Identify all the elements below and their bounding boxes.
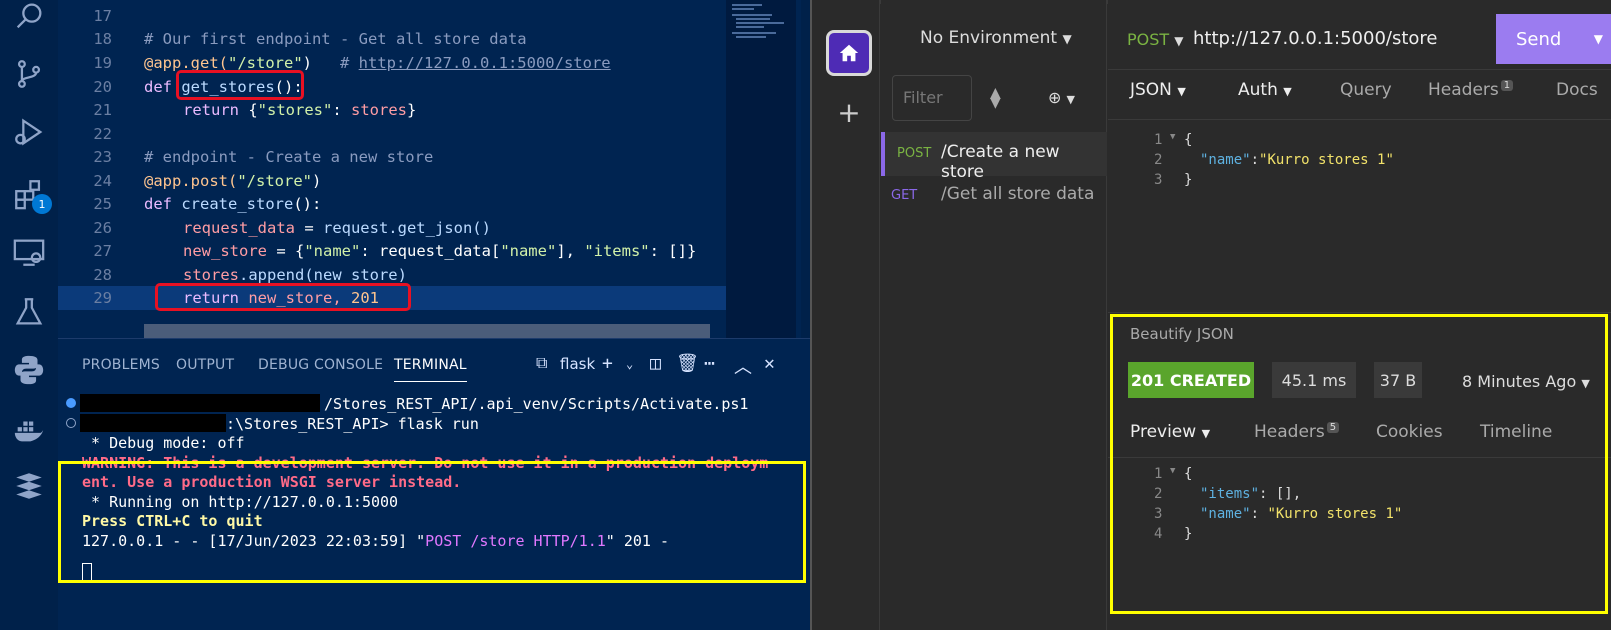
terminal-line: /Stores_REST_API/.api_venv/Scripts/Activ… — [324, 395, 749, 413]
code-line: 18 # Our first endpoint - Get all store d… — [93, 30, 527, 48]
home-icon — [839, 44, 859, 62]
chevron-down-icon: ▼ — [1062, 32, 1072, 46]
extensions-badge: 1 — [32, 194, 52, 214]
chevron-down-icon: ▼ — [1066, 93, 1075, 106]
tab-headers[interactable]: Headers 1 — [1428, 80, 1514, 100]
close-panel-icon[interactable]: ✕ — [764, 353, 775, 374]
chevron-down-icon: ▼ — [1177, 85, 1186, 98]
send-button[interactable]: Send ▼ — [1496, 14, 1611, 64]
code-line: 17 — [93, 7, 112, 25]
code-line: 25 def create_store(): — [93, 195, 322, 213]
tab-query[interactable]: Query — [1340, 80, 1392, 100]
highlight-return — [155, 283, 411, 311]
remote-explorer-icon[interactable] — [0, 228, 58, 276]
tab-output[interactable]: OUTPUT — [176, 357, 234, 373]
tab-auth[interactable]: Auth ▼ — [1238, 80, 1292, 100]
chevron-down-icon: ▼ — [1283, 85, 1292, 98]
search-icon[interactable] — [0, 0, 58, 40]
terminal-line: :\Stores_REST_API> flask run — [226, 415, 479, 433]
request-name: /Get all store data — [941, 184, 1095, 204]
tab-docs[interactable]: Docs — [1556, 80, 1598, 100]
source-control-icon[interactable] — [0, 50, 58, 98]
highlight-response — [1110, 314, 1608, 614]
chevron-down-icon[interactable]: ⌄ — [626, 357, 633, 371]
code-editor[interactable]: 17 18 # Our first endpoint - Get all stor… — [58, 0, 810, 338]
redacted-path — [80, 394, 320, 412]
terminal-name[interactable]: flask — [560, 355, 595, 373]
method-select[interactable]: POST ▼ — [1127, 30, 1184, 49]
request-item-create-store[interactable]: POST /Create a new store — [881, 132, 1107, 182]
tab-problems[interactable]: PROBLEMS — [82, 357, 160, 373]
request-item-get-stores[interactable]: GET /Get all store data — [881, 174, 1107, 218]
docker-icon[interactable] — [0, 406, 58, 454]
new-terminal-icon[interactable]: + — [602, 353, 613, 374]
code-line: 23 # endpoint - Create a new store — [93, 148, 434, 166]
run-debug-icon[interactable] — [0, 108, 58, 156]
tab-body-json[interactable]: JSON ▼ — [1130, 80, 1186, 100]
highlight-get-stores — [176, 70, 304, 100]
command-dot — [66, 418, 76, 428]
code-line: 21 return {"stores": stores} — [93, 101, 417, 119]
add-request-button[interactable]: ⊕ ▼ — [1048, 88, 1075, 107]
testing-flask-icon[interactable] — [0, 288, 58, 336]
terminal-shell-icon: ⧉ — [536, 353, 548, 372]
command-success-dot — [66, 398, 76, 408]
sort-icon[interactable]: ▲ ▼ — [990, 86, 1001, 110]
horizontal-scrollbar[interactable] — [144, 324, 710, 338]
home-button[interactable] — [826, 30, 872, 76]
terminal-line: * Debug mode: off — [82, 434, 245, 452]
extensions-icon[interactable]: 1 — [0, 170, 58, 218]
redacted-path — [80, 414, 226, 432]
chevron-down-icon: ▼ — [1593, 32, 1603, 46]
more-actions-icon[interactable]: ⋯ — [704, 353, 715, 374]
code-line: 19 @app.get("/store") # http://127.0.0.1:… — [93, 54, 611, 72]
url-input[interactable]: http://127.0.0.1:5000/store — [1193, 28, 1438, 49]
tab-debug-console[interactable]: DEBUG CONSOLE — [258, 357, 383, 373]
code-line: 27 new_store = {"name": request_data["nam… — [93, 242, 697, 260]
code-line: 20 def get_stores(): — [93, 78, 303, 96]
highlight-terminal-output — [58, 461, 806, 583]
filter-input[interactable]: Filter — [892, 75, 972, 121]
minimap[interactable] — [726, 0, 796, 338]
plus-circle-icon: ⊕ — [1048, 88, 1062, 107]
activity-bar: 1 — [0, 0, 58, 630]
code-line: 26 request_data = request.get_json() — [93, 219, 491, 237]
environment-select[interactable]: No Environment ▼ — [920, 28, 1072, 48]
request-method: GET — [891, 188, 918, 203]
python-icon[interactable] — [0, 346, 58, 394]
code-line: 24 @app.post("/store") — [93, 172, 322, 190]
stack-icon[interactable] — [0, 462, 58, 510]
add-project-button[interactable]: + — [832, 96, 866, 130]
code-line: 22 — [93, 125, 112, 143]
trash-icon[interactable]: 🗑 — [676, 353, 699, 374]
divider — [1108, 119, 1611, 120]
maximize-panel-icon[interactable]: ︿ — [734, 353, 752, 379]
split-terminal-icon[interactable]: ◫ — [650, 353, 661, 374]
insomnia-rail — [812, 0, 880, 630]
vertical-scrollbar[interactable] — [801, 0, 810, 338]
chevron-down-icon: ▼ — [1174, 34, 1184, 48]
environment-label: No Environment — [920, 28, 1058, 48]
request-method: POST — [897, 146, 932, 161]
tab-terminal[interactable]: TERMINAL — [394, 357, 467, 382]
